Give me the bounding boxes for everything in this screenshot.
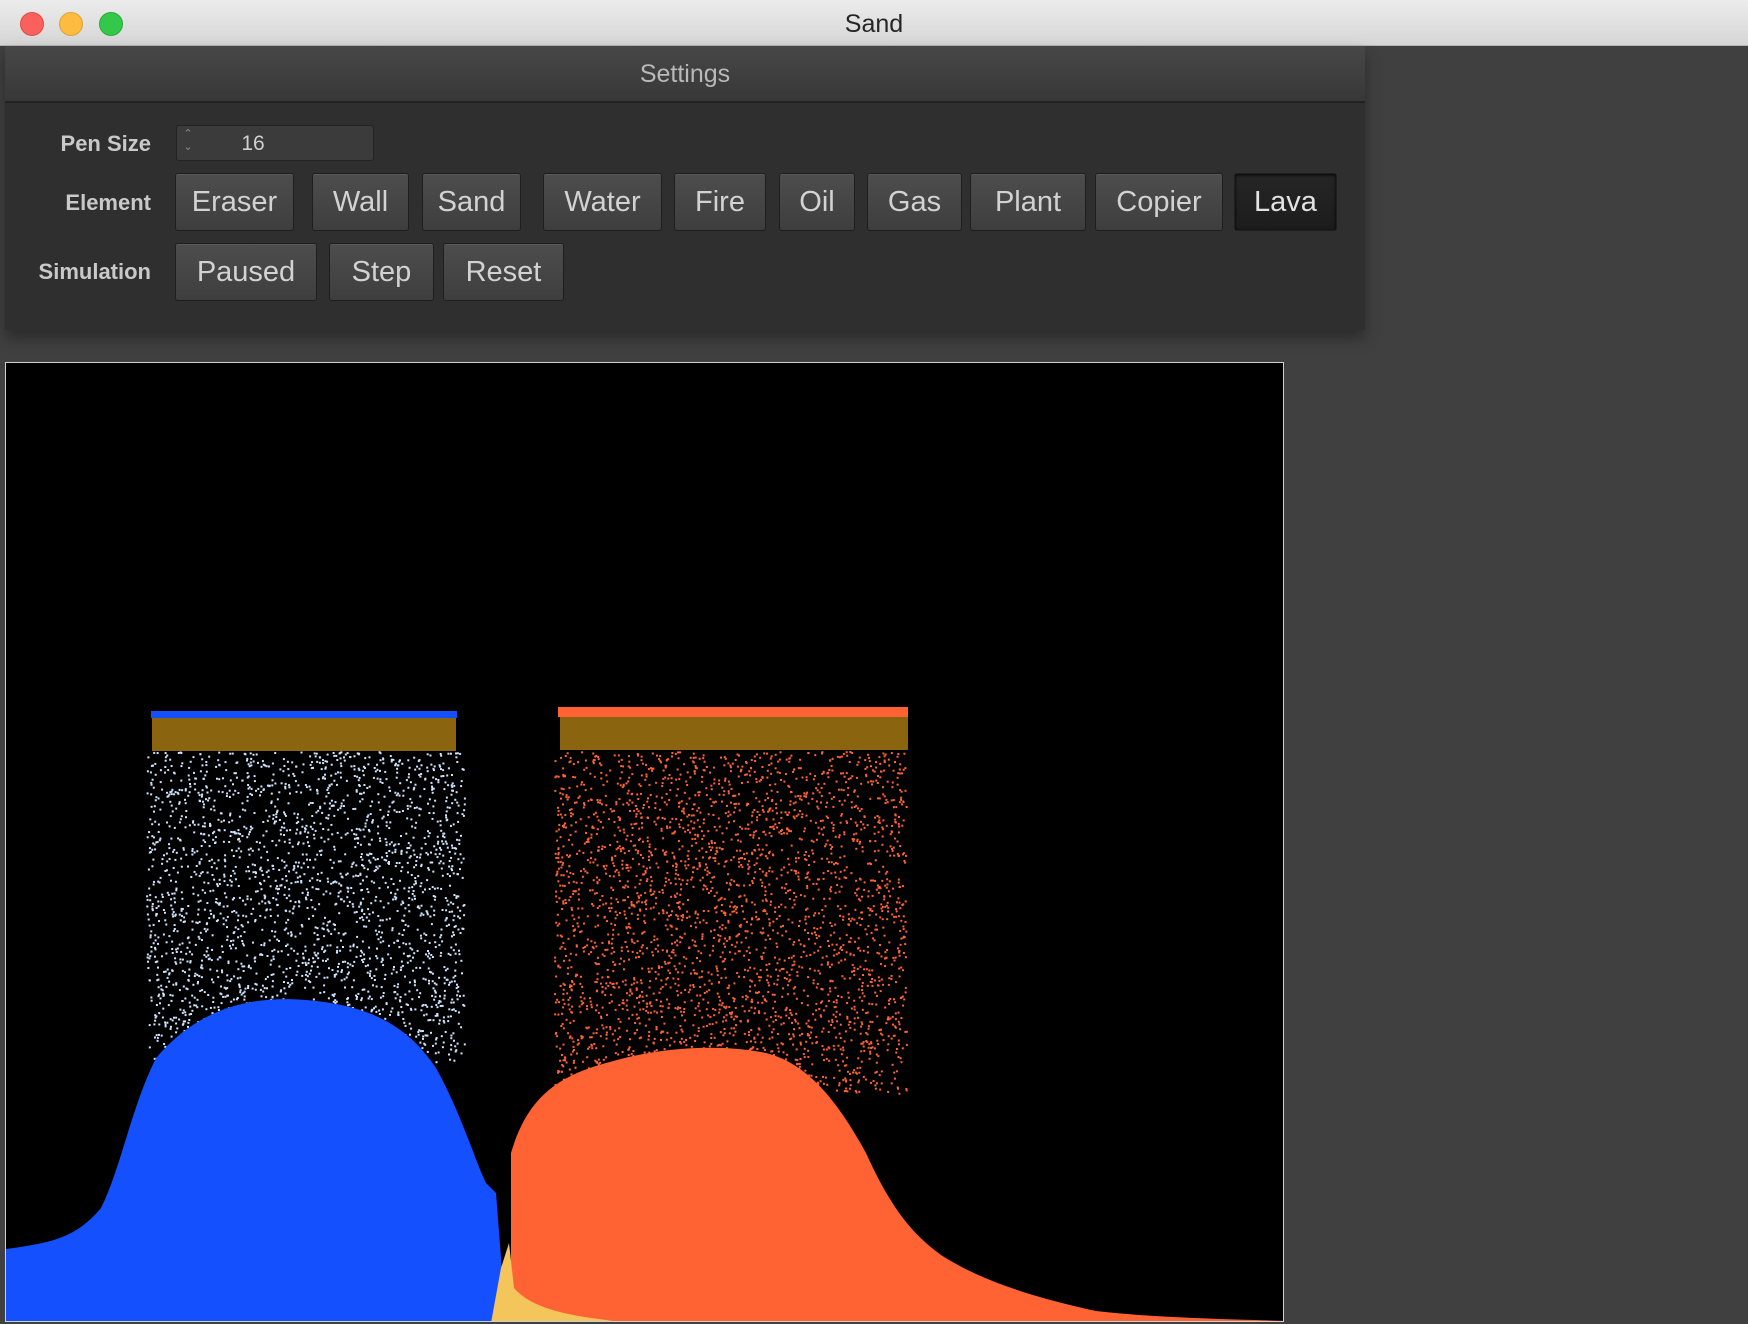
element-button-wall[interactable]: Wall (312, 173, 409, 231)
reset-button[interactable]: Reset (443, 243, 564, 301)
element-button-water[interactable]: Water (543, 173, 662, 231)
app-window: Sand Settings Pen Size ⌃ ⌄ 16 Element Era… (0, 0, 1748, 1324)
element-button-sand[interactable]: Sand (422, 173, 521, 231)
element-button-oil[interactable]: Oil (779, 173, 855, 231)
pen-size-spinbox[interactable]: ⌃ ⌄ 16 (176, 125, 374, 161)
spinbox-arrows-icon[interactable]: ⌃ ⌄ (181, 128, 195, 158)
simulation-scene[interactable] (6, 363, 1284, 1322)
element-button-fire[interactable]: Fire (674, 173, 766, 231)
pen-size-value[interactable]: 16 (213, 126, 293, 162)
paused-button[interactable]: Paused (175, 243, 317, 301)
title-bar[interactable]: Sand (0, 0, 1748, 46)
element-button-lava[interactable]: Lava (1234, 173, 1337, 231)
element-button-copier[interactable]: Copier (1095, 173, 1223, 231)
left-water-crust (151, 711, 457, 718)
step-button[interactable]: Step (329, 243, 434, 301)
element-button-plant[interactable]: Plant (970, 173, 1086, 231)
settings-panel-header[interactable]: Settings (5, 46, 1365, 103)
right-wall-bar (560, 716, 908, 750)
element-button-gas[interactable]: Gas (867, 173, 962, 231)
element-label: Element (65, 190, 151, 215)
window-title: Sand (844, 10, 904, 38)
simulation-canvas[interactable] (5, 362, 1284, 1322)
element-button-eraser[interactable]: Eraser (175, 173, 294, 231)
simulation-label: Simulation (38, 259, 151, 284)
pen-size-label: Pen Size (60, 131, 151, 156)
settings-panel: Settings Pen Size ⌃ ⌄ 16 Element Eraser W… (5, 46, 1365, 330)
left-wall-bar (152, 717, 456, 751)
right-lava-crust (558, 707, 908, 717)
